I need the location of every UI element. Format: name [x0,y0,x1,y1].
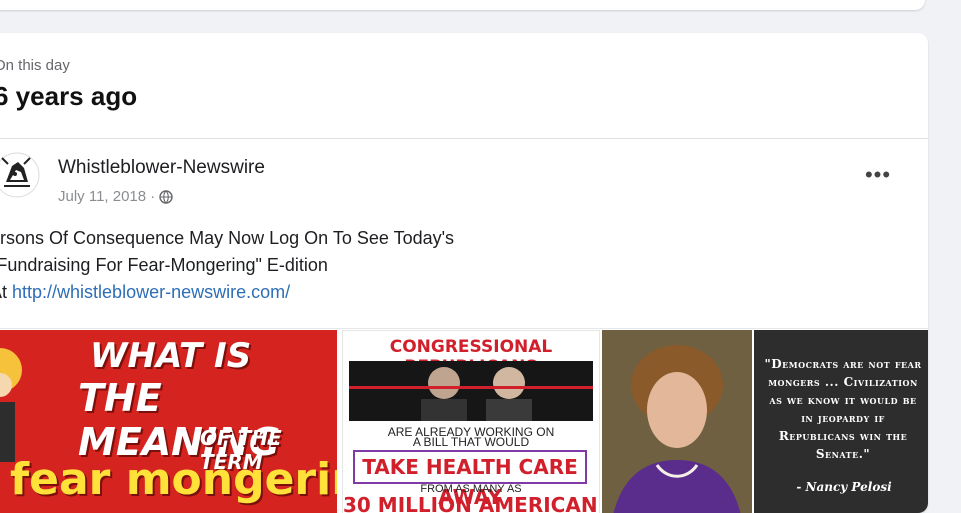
quote-author: - Nancy Pelosi [796,480,892,494]
cr-big: 30 MILLION AMERICANS [343,493,600,513]
politicians-photo [349,361,593,421]
ellipsis-icon: ••• [864,162,892,187]
post-text-prefix: At [0,282,8,302]
post-author-link[interactable]: Whistleblower-Newswire [58,157,265,179]
red-divider [349,386,593,389]
post-meta: July 11, 2018 · [58,188,173,205]
image-pelosi[interactable] [602,330,752,513]
previous-card [0,0,925,10]
pelosi-photo-icon [602,330,752,513]
image-congressional-republicans[interactable]: CONGRESSIONAL REPUBLICANS ARE ALREADY WO… [342,330,600,513]
whistleblower-logo-icon [0,152,40,198]
memory-headline: 6 years ago [0,81,138,111]
post-text-line3: At http://whistleblower-newswire.com/ [0,279,454,306]
memory-card: On this day 6 years ago Whistleblower-Ne… [0,33,928,513]
meaning-line1: WHAT IS [90,336,252,376]
page-avatar[interactable] [0,152,40,198]
cr-boxed: TAKE HEALTH CARE AWAY [353,450,587,509]
quote-text: "Democrats are not fear mongers ... Civi… [764,357,922,461]
post-date[interactable]: July 11, 2018 [58,188,146,205]
memory-header: On this day 6 years ago [0,33,928,139]
politicians-image-icon [349,361,593,421]
post-text-line1: ersons Of Consequence May Now Log On To … [0,228,455,248]
meta-separator: · [150,188,156,205]
image-pelosi-quote[interactable]: "Democrats are not fear mongers ... Civi… [754,330,928,513]
post-text: ersons Of Consequence May Now Log On To … [0,225,454,306]
memory-label: On this day [0,57,70,74]
meaning-line4: fear mongering [10,454,337,505]
post-link[interactable]: http://whistleblower-newswire.com/ [12,282,290,302]
cr-line2: A BILL THAT WOULD [412,435,530,449]
post-text-line2: "Fundraising For Fear-Mongering" E-ditio… [0,255,328,275]
image-fear-mongering[interactable]: WHAT IS THE MEANING OF THE TERM fear mon… [0,330,337,513]
more-options-button[interactable]: ••• [858,162,898,195]
post-images: WHAT IS THE MEANING OF THE TERM fear mon… [0,328,928,513]
globe-icon [159,189,173,204]
